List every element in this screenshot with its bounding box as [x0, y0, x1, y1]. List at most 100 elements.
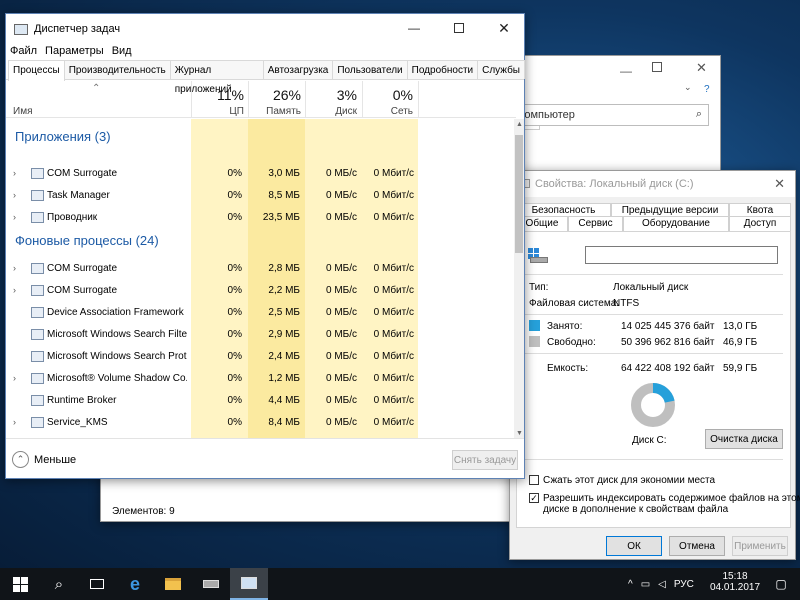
- divider: [525, 353, 783, 354]
- free-gb: 46,9 ГБ: [723, 337, 758, 348]
- process-row[interactable]: › Task Manager 0% 8,5 МБ 0 МБ/с 0 Мбит/с: [6, 185, 516, 207]
- scrollbar-thumb[interactable]: [515, 135, 523, 253]
- compress-checkbox[interactable]: [529, 475, 539, 485]
- process-row[interactable]: Device Association Framework ... 0% 2,5 МБ…: [6, 302, 516, 324]
- free-bytes: 50 396 962 816 байт: [621, 337, 715, 348]
- task-manager-window[interactable]: Диспетчер задач — ✕ Файл Параметры Вид П…: [5, 13, 525, 479]
- end-task-button[interactable]: Снять задачу: [452, 450, 518, 470]
- process-row[interactable]: › COM Surrogate 0% 2,2 МБ 0 МБ/с 0 Мбит/с: [6, 280, 516, 302]
- explorer-maximize-icon[interactable]: [652, 62, 662, 72]
- scrollbar[interactable]: ▲ ▼: [514, 119, 524, 439]
- process-name: Runtime Broker: [47, 395, 117, 406]
- scroll-down-icon[interactable]: ▼: [516, 430, 523, 437]
- process-memory: 2,5 МБ: [268, 307, 300, 318]
- close-icon[interactable]: ✕: [774, 176, 785, 192]
- expand-chevron-icon[interactable]: ›: [13, 263, 16, 273]
- start-button[interactable]: [0, 568, 40, 600]
- cancel-button[interactable]: Отмена: [669, 536, 725, 556]
- explorer-minimize-icon[interactable]: —: [620, 64, 632, 78]
- fewer-details-link[interactable]: Меньше: [34, 454, 76, 466]
- search-icon[interactable]: ⌕: [40, 568, 78, 600]
- minimize-icon[interactable]: —: [392, 14, 436, 42]
- col-name[interactable]: Имя: [13, 106, 32, 117]
- tab-performance[interactable]: Производительность: [63, 60, 171, 79]
- tab-details[interactable]: Подробности: [406, 60, 479, 79]
- col-net[interactable]: Сеть: [364, 106, 413, 117]
- index-checkbox[interactable]: ✓: [529, 493, 539, 503]
- edge-icon[interactable]: e: [116, 568, 154, 600]
- expand-chevron-icon[interactable]: ›: [13, 190, 16, 200]
- expand-chevron-icon[interactable]: ›: [13, 168, 16, 178]
- notification-icon[interactable]: ▢: [762, 568, 800, 600]
- col-cpu[interactable]: ЦП: [196, 106, 244, 117]
- group-apps: Приложения (3): [15, 129, 111, 144]
- tab-service[interactable]: Сервис: [568, 216, 623, 231]
- apply-button[interactable]: Применить: [732, 536, 788, 556]
- menu-file[interactable]: Файл: [6, 42, 41, 60]
- process-row[interactable]: › Microsoft® Volume Shadow Co... 0% 1,2 МБ 0…: [6, 368, 516, 390]
- scroll-up-icon[interactable]: ▲: [516, 121, 523, 128]
- tab-processes[interactable]: Процессы: [8, 60, 65, 81]
- process-disk: 0 МБ/с: [325, 395, 357, 406]
- process-row[interactable]: Microsoft Windows Search Prot... 0% 2,4 МБ…: [6, 346, 516, 368]
- help-icon[interactable]: ?: [704, 84, 710, 95]
- ok-button[interactable]: ОК: [606, 536, 662, 556]
- props-titlebar[interactable]: Свойства: Локальный диск (C:) ✕: [510, 171, 795, 197]
- process-name: Task Manager: [47, 190, 110, 201]
- menu-view[interactable]: Вид: [108, 42, 136, 60]
- col-net-percent: 0%: [392, 87, 413, 103]
- expand-chevron-icon[interactable]: ›: [13, 417, 16, 427]
- tab-users[interactable]: Пользователи: [332, 60, 408, 79]
- explorer-icon[interactable]: [154, 568, 192, 600]
- chevron-up-icon[interactable]: ^: [628, 579, 633, 590]
- close-icon[interactable]: ✕: [482, 14, 526, 42]
- process-icon: [31, 395, 44, 406]
- expand-chevron-icon[interactable]: ›: [13, 285, 16, 295]
- disk-properties-dialog[interactable]: Свойства: Локальный диск (C:) ✕ Безопасн…: [509, 170, 800, 560]
- chevron-up-icon[interactable]: ⌃: [12, 451, 29, 468]
- clock[interactable]: 15:18 04.01.2017: [710, 571, 760, 593]
- disk-app-icon[interactable]: [192, 568, 230, 600]
- process-cpu: 0%: [227, 307, 242, 318]
- expand-chevron-icon[interactable]: ›: [13, 373, 16, 383]
- process-row[interactable]: › Service_KMS 0% 8,4 МБ 0 МБ/с 0 Мбит/с: [6, 412, 516, 434]
- taskmgr-taskbar-icon[interactable]: [230, 568, 268, 600]
- drive-name-input[interactable]: [585, 246, 778, 264]
- tm-titlebar[interactable]: Диспетчер задач — ✕: [6, 14, 524, 44]
- col-mem[interactable]: Память: [250, 106, 301, 117]
- language-indicator[interactable]: РУС: [674, 579, 694, 590]
- tray-icons: ^ ▭ ◁ РУС: [628, 568, 694, 600]
- expand-chevron-icon[interactable]: ›: [13, 212, 16, 222]
- tab-sharing[interactable]: Доступ: [729, 216, 791, 231]
- disk-cleanup-button[interactable]: Очистка диска: [705, 429, 783, 449]
- process-memory: 23,5 МБ: [262, 212, 300, 223]
- process-row[interactable]: Runtime Broker 0% 4,4 МБ 0 МБ/с 0 Мбит/с: [6, 390, 516, 412]
- fs-value: NTFS: [613, 298, 640, 309]
- process-row[interactable]: › Проводник 0% 23,5 МБ 0 МБ/с 0 Мбит/с: [6, 207, 516, 229]
- process-cpu: 0%: [227, 285, 242, 296]
- compress-label: Сжать этот диск для экономии места: [543, 475, 716, 486]
- process-disk: 0 МБ/с: [325, 168, 357, 179]
- speaker-icon[interactable]: ◁: [658, 579, 666, 590]
- free-label: Свободно:: [547, 337, 596, 348]
- chevron-down-icon[interactable]: ⌄: [684, 82, 692, 93]
- process-cpu: 0%: [227, 373, 242, 384]
- tab-hardware[interactable]: Оборудование: [623, 216, 729, 231]
- tab-services[interactable]: Службы: [477, 60, 525, 79]
- col-disk[interactable]: Диск: [307, 106, 357, 117]
- network-icon[interactable]: ▭: [641, 579, 650, 590]
- tab-app-history[interactable]: Журнал приложений: [169, 60, 264, 95]
- tab-startup[interactable]: Автозагрузка: [262, 60, 334, 79]
- process-icon: [31, 329, 44, 340]
- process-row[interactable]: › COM Surrogate 0% 2,8 МБ 0 МБ/с 0 Мбит/с: [6, 258, 516, 280]
- maximize-icon[interactable]: [437, 14, 481, 42]
- menu-options[interactable]: Параметры: [41, 42, 108, 60]
- group-background: Фоновые процессы (24): [15, 233, 159, 248]
- process-row[interactable]: › COM Surrogate 0% 3,0 МБ 0 МБ/с 0 Мбит/с: [6, 163, 516, 185]
- process-network: 0 Мбит/с: [373, 351, 414, 362]
- process-disk: 0 МБ/с: [325, 373, 357, 384]
- explorer-close-icon[interactable]: ✕: [696, 60, 707, 76]
- used-gb: 13,0 ГБ: [723, 321, 758, 332]
- process-row[interactable]: Microsoft Windows Search Filte... 0% 2,9 М…: [6, 324, 516, 346]
- task-view-icon[interactable]: [78, 568, 116, 600]
